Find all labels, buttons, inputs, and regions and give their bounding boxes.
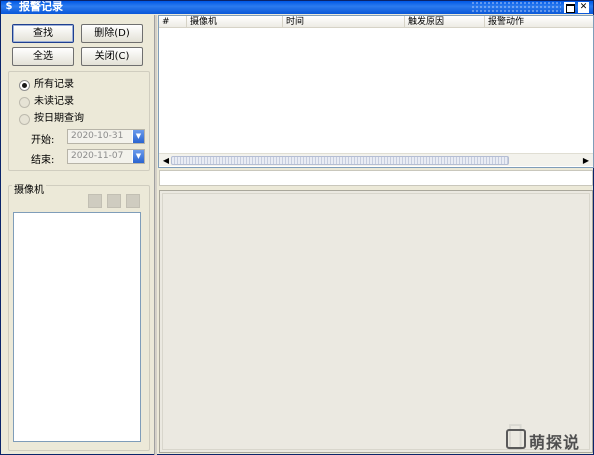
column-header-trigger[interactable]: 触发原因 xyxy=(405,16,485,28)
watermark-text: 萌探说 xyxy=(529,433,581,452)
start-date-value: 2020-10-31 xyxy=(71,131,124,141)
column-header-camera[interactable]: 摄像机 xyxy=(187,16,283,28)
table-header: # 摄像机 时间 触发原因 报警动作 xyxy=(159,16,593,28)
close-window-button[interactable]: ✕ xyxy=(578,2,589,13)
radio-all-records-label: 所有记录 xyxy=(34,79,74,90)
column-header-action[interactable]: 报警动作 xyxy=(485,16,593,28)
detail-panel-inner xyxy=(162,193,590,450)
panel-splitter[interactable] xyxy=(154,15,157,455)
table-horizontal-scrollbar[interactable]: ◀ ▶ xyxy=(159,153,593,166)
column-header-index[interactable]: # xyxy=(159,16,187,28)
maximize-button[interactable] xyxy=(564,2,575,13)
detail-panel xyxy=(159,190,593,453)
start-date-picker[interactable]: 2020-10-31 ▼ xyxy=(67,129,145,144)
camera-tool-button-3[interactable] xyxy=(126,194,140,208)
title-bar[interactable]: $ 报警记录 ✕ xyxy=(1,1,593,14)
scroll-left-icon[interactable]: ◀ xyxy=(161,155,171,166)
end-date-dropdown-icon[interactable]: ▼ xyxy=(132,150,144,163)
delete-button[interactable]: 删除(D) xyxy=(81,24,143,43)
status-field xyxy=(159,170,593,186)
search-button[interactable]: 查找 xyxy=(12,24,74,43)
close-button[interactable]: 关闭(C) xyxy=(81,47,143,66)
title-bar-decoration xyxy=(471,1,561,14)
select-all-button[interactable]: 全选 xyxy=(12,47,74,66)
radio-by-date-label: 按日期查询 xyxy=(34,113,84,124)
scroll-right-icon[interactable]: ▶ xyxy=(581,155,591,166)
camera-tool-button-1[interactable] xyxy=(88,194,102,208)
end-date-value: 2020-11-07 xyxy=(71,151,124,161)
end-date-picker[interactable]: 2020-11-07 ▼ xyxy=(67,149,145,164)
camera-tool-button-2[interactable] xyxy=(107,194,121,208)
alarm-table[interactable]: # 摄像机 时间 触发原因 报警动作 xyxy=(158,15,594,168)
watermark-icon xyxy=(506,429,526,449)
start-date-dropdown-icon[interactable]: ▼ xyxy=(132,130,144,143)
radio-unread-records[interactable] xyxy=(19,97,30,108)
start-date-label: 开始: xyxy=(31,135,55,146)
end-date-label: 结束: xyxy=(31,155,55,166)
alarm-records-window: $ 报警记录 ✕ 查找 删除(D) 全选 关闭(C) 所有记录 未读记录 按日期… xyxy=(0,0,594,455)
scrollbar-thumb[interactable] xyxy=(171,156,509,165)
camera-group-label: 摄像机 xyxy=(12,181,46,196)
radio-by-date[interactable] xyxy=(19,114,30,125)
camera-list[interactable] xyxy=(13,212,141,442)
app-icon: $ xyxy=(5,1,13,12)
radio-all-records[interactable] xyxy=(19,80,30,91)
column-header-time[interactable]: 时间 xyxy=(283,16,405,28)
radio-unread-records-label: 未读记录 xyxy=(34,96,74,107)
window-title: 报警记录 xyxy=(19,1,63,13)
